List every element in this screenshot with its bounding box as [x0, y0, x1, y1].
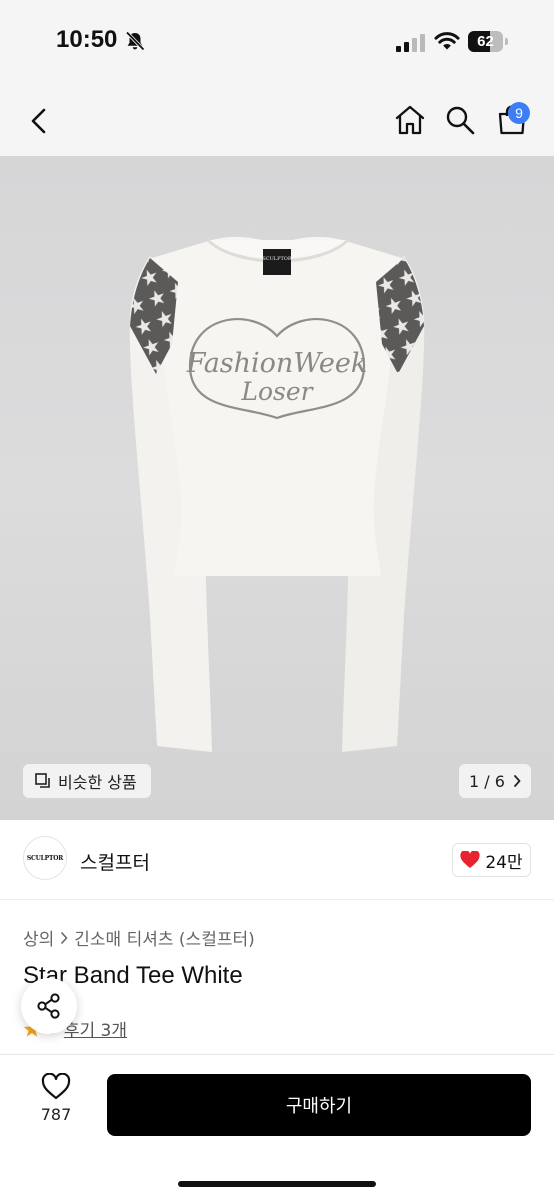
share-button[interactable]	[21, 978, 77, 1034]
home-indicator[interactable]	[178, 1181, 376, 1187]
share-icon	[37, 993, 60, 1019]
bottom-action-bar: 787 구매하기	[0, 1054, 554, 1200]
copy-icon	[35, 773, 50, 788]
breadcrumb-category[interactable]: 상의	[23, 925, 54, 950]
search-icon[interactable]	[444, 104, 476, 136]
brand-like-button[interactable]: 24만	[452, 843, 531, 877]
status-bar: 10:50 62	[0, 0, 554, 86]
home-icon[interactable]	[394, 104, 426, 136]
chevron-right-icon	[61, 931, 68, 944]
image-pager-button[interactable]: 1 / 6	[459, 764, 531, 798]
brand-logo[interactable]: SCULPTOR	[23, 836, 67, 880]
top-navigation	[0, 86, 554, 156]
brand-logo-text: SCULPTOR	[26, 854, 64, 862]
print-fashion-week: FashionWeek	[186, 348, 367, 379]
image-pager-count: 1 / 6	[469, 771, 505, 791]
heart-outline-icon	[41, 1073, 71, 1100]
print-loser: Loser	[240, 377, 314, 406]
back-button[interactable]	[26, 106, 54, 136]
breadcrumb-subcategory[interactable]: 긴소매 티셔츠 (스컬프터)	[74, 925, 254, 950]
cellular-signal-icon	[396, 34, 425, 52]
brand-row[interactable]: SCULPTOR 스컬프터 24만	[0, 820, 554, 900]
wishlist-button[interactable]: 787	[22, 1073, 90, 1143]
brand-name[interactable]: 스컬프터	[80, 848, 150, 875]
breadcrumb: 상의 긴소매 티셔츠 (스컬프터)	[23, 925, 255, 950]
wifi-icon	[434, 32, 460, 50]
wishlist-count: 787	[40, 1105, 72, 1124]
brand-like-count: 24만	[485, 852, 523, 873]
similar-products-button[interactable]: 비슷한 상품	[23, 764, 151, 798]
shirt-neck-label: SCULPTOR	[262, 256, 292, 262]
product-image: SCULPTOR FashionWeek Loser	[129, 236, 425, 752]
battery-indicator: 62	[468, 31, 508, 52]
similar-products-label: 비슷한 상품	[58, 773, 137, 792]
heart-filled-icon	[460, 851, 480, 868]
bell-off-icon	[125, 31, 145, 51]
battery-percent: 62	[477, 33, 494, 50]
product-image-carousel[interactable]: SCULPTOR FashionWeek Loser 비슷한 상품 1 / 6	[0, 156, 554, 820]
chevron-right-icon	[514, 775, 521, 787]
status-time: 10:50	[56, 26, 118, 53]
cart-count-badge: 9	[508, 102, 530, 124]
buy-button[interactable]: 구매하기	[107, 1074, 531, 1136]
